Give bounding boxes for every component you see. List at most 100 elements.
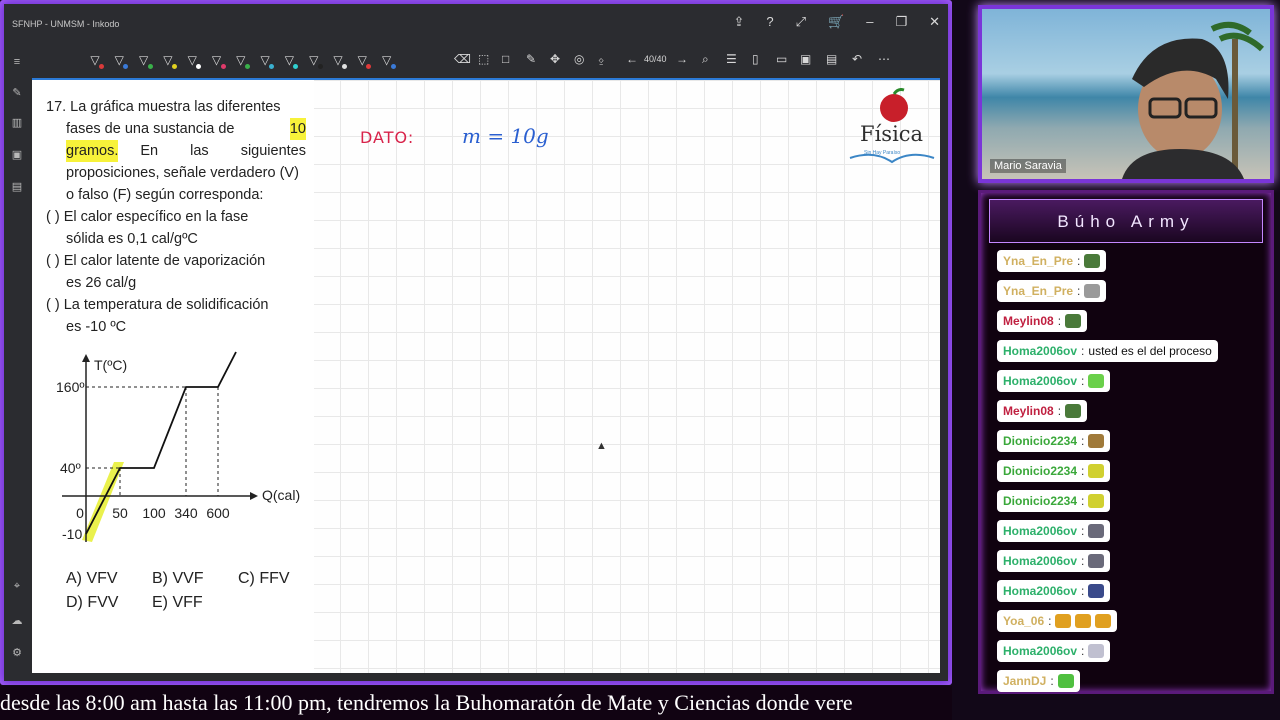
shape-icon[interactable]: □: [502, 52, 509, 66]
cart-icon[interactable]: 🛒: [828, 14, 844, 30]
emote-icon: [1084, 254, 1101, 268]
pen-color-13-icon[interactable]: ▽: [380, 53, 396, 69]
chat-username: Homa2006ov: [1003, 344, 1078, 358]
pen-tool-icon[interactable]: ✎: [10, 86, 24, 100]
pen-color-6-icon[interactable]: ▽: [210, 53, 226, 69]
emote-icon: [1055, 614, 1072, 628]
save-icon[interactable]: ▣: [800, 52, 811, 66]
emote-icon: [1088, 524, 1105, 538]
emote-icon: [1075, 614, 1092, 628]
zoom-icon[interactable]: ⌕: [702, 52, 709, 67]
chat-message: Homa2006ov:: [997, 520, 1111, 542]
y-axis-arrow: [82, 354, 90, 362]
y-tick-label: -10: [62, 526, 82, 542]
highlight-gramos: gramos.: [66, 140, 119, 162]
chat-separator: :: [1081, 554, 1085, 568]
undo-icon[interactable]: ↶: [852, 52, 862, 66]
chat-panel: Búho Army Yna_En_Pre: Yna_En_Pre: Meylin08…: [978, 190, 1274, 694]
menu-icon[interactable]: ≡: [10, 56, 24, 70]
pen-color-dot: [342, 64, 347, 69]
chat-header: Búho Army: [989, 199, 1263, 243]
chat-separator: :: [1081, 464, 1085, 478]
emote-icon: [1088, 434, 1105, 448]
pen-color-9-icon[interactable]: ▽: [282, 53, 299, 69]
chat-username: Homa2006ov: [1003, 524, 1078, 538]
pen-color-dot: [196, 64, 202, 69]
chat-message: Homa2006ov:: [997, 640, 1111, 662]
ticker-text: desde las 8:00 am hasta las 11:00 pm, te…: [0, 690, 853, 715]
pen-color-8-icon[interactable]: ▽: [258, 53, 275, 69]
pen-color-10-icon[interactable]: ▽: [307, 53, 323, 69]
emote-icon: [1088, 464, 1105, 478]
chat-username: Meylin08: [1003, 314, 1054, 328]
chat-title: Búho Army: [1057, 212, 1195, 231]
pen-color-4-icon[interactable]: ▽: [161, 53, 177, 69]
share-icon[interactable]: ⇪: [733, 14, 744, 30]
pen-color-2-icon[interactable]: ▽: [112, 53, 129, 69]
question-slide: 17. La gráfica muestra las diferentes fa…: [32, 80, 314, 673]
gear-icon[interactable]: ⚙: [10, 646, 24, 660]
chat-message: JannDJ:: [997, 670, 1080, 692]
pen-color-dot: [366, 64, 372, 69]
pen-color-12-icon[interactable]: ▽: [355, 53, 372, 69]
chat-username: Dionicio2234: [1003, 464, 1078, 478]
cloud-icon[interactable]: ☁: [10, 614, 24, 628]
open-icon[interactable]: ▭: [776, 52, 787, 66]
chat-separator: :: [1081, 524, 1085, 538]
pen-color-1-icon[interactable]: ▽: [88, 53, 104, 69]
close-button[interactable]: ✕: [929, 14, 940, 30]
chat-message: Dionicio2234:: [997, 490, 1111, 512]
pin-icon[interactable]: ⌖: [10, 580, 24, 594]
x-tick-label: 0: [76, 505, 84, 521]
page-indicator: 40/40: [644, 54, 667, 64]
highlight-10: 10: [289, 118, 306, 140]
settings-icon[interactable]: ☰: [726, 52, 737, 66]
maximize-button[interactable]: ❐: [895, 14, 907, 30]
mass-equation: m = 10g: [462, 124, 549, 148]
mouse-cursor-icon: ▲: [596, 440, 607, 452]
chat-username: Homa2006ov: [1003, 554, 1078, 568]
pen-color-7-icon[interactable]: ▽: [234, 53, 250, 69]
pen-color-dot: [390, 64, 396, 69]
minimize-button[interactable]: –: [866, 14, 873, 30]
pen-color-11-icon[interactable]: ▽: [331, 53, 347, 69]
next-page-icon[interactable]: →: [676, 52, 688, 66]
move-icon[interactable]: ✥: [550, 52, 560, 66]
chat-separator: :: [1077, 284, 1081, 298]
pen-color-dot: [293, 64, 299, 69]
more-icon[interactable]: ⋯: [878, 52, 890, 66]
clipboard-icon[interactable]: ▤: [826, 52, 837, 66]
chat-separator: :: [1048, 614, 1052, 628]
mic-icon[interactable]: ⍚: [598, 52, 605, 67]
lock-icon[interactable]: ▤: [10, 180, 24, 194]
webcam-frame: Mario Saravia: [978, 5, 1274, 183]
select-icon[interactable]: ⬚: [478, 52, 489, 66]
expand-icon[interactable]: ⤢: [796, 14, 806, 30]
inkodo-window: SFNHP - UNMSM - Inkodo ⇪ ? ⤢ 🛒 – ❐ ✕ ▽ ▽ ▽…: [4, 4, 948, 681]
chat-message: Yna_En_Pre:: [997, 280, 1107, 302]
chat-separator: :: [1057, 314, 1062, 328]
prev-page-icon[interactable]: ←: [626, 52, 638, 66]
chat-message: Dionicio2234:: [997, 430, 1111, 452]
image-icon[interactable]: ▣: [10, 148, 24, 162]
new-page-icon[interactable]: ▯: [752, 52, 759, 66]
help-icon[interactable]: ?: [766, 14, 773, 30]
window-title: SFNHP - UNMSM - Inkodo: [12, 19, 120, 29]
chat-message: Homa2006ov: usted es el del proceso: [997, 340, 1218, 362]
book-icon[interactable]: ▥: [10, 116, 24, 130]
eraser-icon[interactable]: ⌫: [454, 52, 471, 66]
laser-icon[interactable]: ◎: [574, 52, 584, 66]
proposition-2-cont: es 26 cal/g: [66, 275, 137, 291]
whiteboard-canvas[interactable]: 17. La gráfica muestra las diferentes fa…: [32, 78, 940, 673]
emote-icon: [1084, 284, 1101, 298]
x-tick-label: 50: [112, 505, 128, 521]
chat-separator: :: [1081, 434, 1085, 448]
proposition-3-cont: es -10 ºC: [66, 319, 127, 335]
pen-color-dot: [269, 64, 275, 69]
pen-color-5-icon[interactable]: ▽: [185, 53, 202, 69]
x-tick-label: 600: [206, 505, 230, 521]
pencil-icon[interactable]: ✎: [526, 52, 536, 66]
chat-separator: :: [1077, 254, 1081, 268]
chat-message: Yoa_06:: [997, 610, 1118, 632]
pen-color-3-icon[interactable]: ▽: [137, 53, 153, 69]
